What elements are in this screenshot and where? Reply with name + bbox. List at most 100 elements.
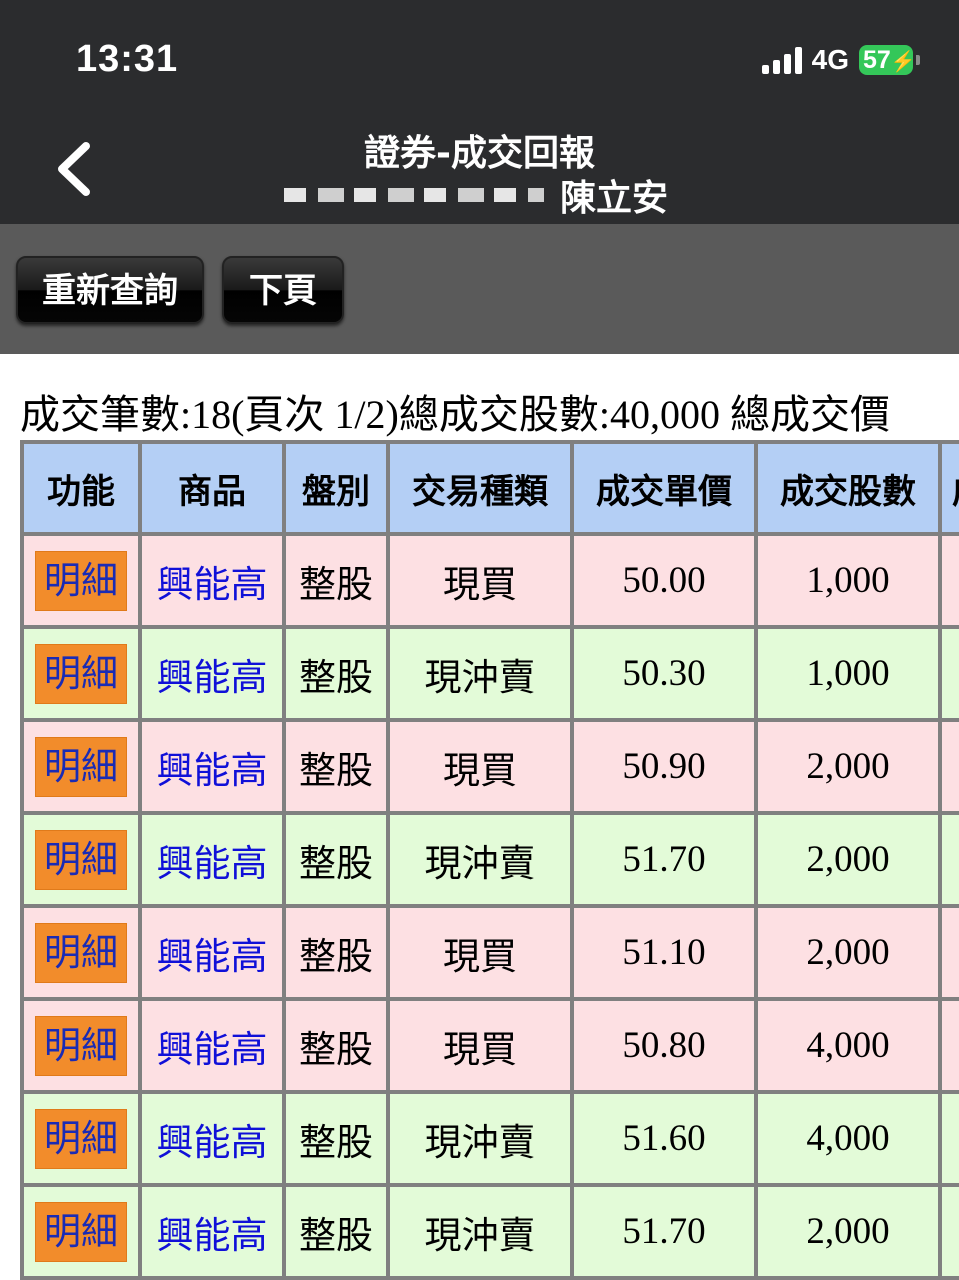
table-row: 明細 興能高 整股 現沖賣 50.30 1,000: [22, 627, 959, 720]
column-header-session: 盤別: [284, 442, 388, 534]
product-link[interactable]: 興能高: [157, 656, 268, 699]
table-row: 明細 興能高 整股 現買 50.00 1,000: [22, 534, 959, 627]
cell-shares: 1,000: [756, 534, 940, 627]
product-link[interactable]: 興能高: [157, 749, 268, 792]
cell-session: 整股: [284, 1185, 388, 1278]
battery-icon: 57⚡: [859, 45, 920, 75]
cell-function: 明細: [22, 534, 140, 627]
cell-session: 整股: [284, 720, 388, 813]
cell-truncated: [940, 1185, 959, 1278]
cell-truncated: [940, 534, 959, 627]
column-header-trade-type: 交易種類: [388, 442, 572, 534]
table-row: 明細 興能高 整股 現沖賣 51.70 2,000: [22, 1185, 959, 1278]
cell-price: 50.80: [572, 999, 756, 1092]
detail-button[interactable]: 明細: [35, 829, 127, 890]
cell-function: 明細: [22, 999, 140, 1092]
cell-price: 51.10: [572, 906, 756, 999]
cell-shares: 2,000: [756, 906, 940, 999]
table-row: 明細 興能高 整股 現買 51.10 2,000: [22, 906, 959, 999]
cell-trade-type: 現沖賣: [388, 627, 572, 720]
table-header-row: 功能 商品 盤別 交易種類 成交單價 成交股數 成: [22, 442, 959, 534]
cell-truncated: [940, 813, 959, 906]
table-row: 明細 興能高 整股 現沖賣 51.60 4,000: [22, 1092, 959, 1185]
cell-price: 50.90: [572, 720, 756, 813]
cell-price: 50.00: [572, 534, 756, 627]
cell-product: 興能高: [140, 720, 284, 813]
cell-product: 興能高: [140, 1092, 284, 1185]
action-bar: 重新查詢 下頁: [0, 224, 959, 354]
cell-function: 明細: [22, 1092, 140, 1185]
cell-truncated: [940, 999, 959, 1092]
cell-truncated: [940, 906, 959, 999]
cell-session: 整股: [284, 906, 388, 999]
cell-trade-type: 現沖賣: [388, 813, 572, 906]
cell-product: 興能高: [140, 1185, 284, 1278]
detail-button[interactable]: 明細: [35, 1201, 127, 1262]
cell-price: 51.70: [572, 813, 756, 906]
column-header-shares: 成交股數: [756, 442, 940, 534]
account-info: 陳立安: [284, 172, 669, 219]
cell-price: 50.30: [572, 627, 756, 720]
cell-product: 興能高: [140, 627, 284, 720]
cell-shares: 4,000: [756, 1092, 940, 1185]
cell-function: 明細: [22, 627, 140, 720]
cell-shares: 2,000: [756, 720, 940, 813]
cell-session: 整股: [284, 534, 388, 627]
detail-button[interactable]: 明細: [35, 1015, 127, 1076]
column-header-function: 功能: [22, 442, 140, 534]
product-link[interactable]: 興能高: [157, 1214, 268, 1257]
cell-session: 整股: [284, 813, 388, 906]
requery-button[interactable]: 重新查詢: [16, 256, 204, 324]
detail-button[interactable]: 明細: [35, 550, 127, 611]
detail-button[interactable]: 明細: [35, 1108, 127, 1169]
network-type: 4G: [811, 44, 849, 75]
battery-level: 57: [863, 46, 891, 74]
cell-truncated: [940, 720, 959, 813]
cell-product: 興能高: [140, 906, 284, 999]
trades-table: 功能 商品 盤別 交易種類 成交單價 成交股數 成 明細興能高整股現買50.00…: [20, 440, 959, 1280]
detail-button[interactable]: 明細: [35, 922, 127, 983]
cellular-signal-icon: [761, 46, 802, 74]
product-link[interactable]: 興能高: [157, 1121, 268, 1164]
cell-product: 興能高: [140, 534, 284, 627]
cell-function: 明細: [22, 813, 140, 906]
cell-shares: 4,000: [756, 999, 940, 1092]
product-link[interactable]: 興能高: [157, 563, 268, 606]
cell-function: 明細: [22, 906, 140, 999]
detail-button[interactable]: 明細: [35, 643, 127, 704]
product-link[interactable]: 興能高: [157, 935, 268, 978]
detail-button[interactable]: 明細: [35, 736, 127, 797]
cell-shares: 2,000: [756, 1185, 940, 1278]
table-row: 明細 興能高 整股 現買 50.80 4,000: [22, 999, 959, 1092]
table-row: 明細 興能高 整股 現沖賣 51.70 2,000: [22, 813, 959, 906]
cell-product: 興能高: [140, 999, 284, 1092]
cell-trade-type: 現買: [388, 534, 572, 627]
cell-product: 興能高: [140, 813, 284, 906]
table-row: 明細 興能高 整股 現買 50.90 2,000: [22, 720, 959, 813]
cell-trade-type: 現買: [388, 720, 572, 813]
cell-trade-type: 現買: [388, 999, 572, 1092]
account-name: 陳立安: [560, 178, 669, 219]
cell-trade-type: 現沖賣: [388, 1092, 572, 1185]
cell-session: 整股: [284, 1092, 388, 1185]
top-bar: 13:31 4G 57⚡ 證券-成交回報 陳立安: [0, 0, 959, 224]
product-link[interactable]: 興能高: [157, 842, 268, 885]
cell-price: 51.60: [572, 1092, 756, 1185]
cell-session: 整股: [284, 627, 388, 720]
cell-price: 51.70: [572, 1185, 756, 1278]
trades-table-container[interactable]: 功能 商品 盤別 交易種類 成交單價 成交股數 成 明細興能高整股現買50.00…: [20, 440, 959, 1280]
cell-function: 明細: [22, 1185, 140, 1278]
status-time: 13:31: [76, 38, 179, 80]
column-header-truncated: 成: [940, 442, 959, 534]
cell-shares: 1,000: [756, 627, 940, 720]
redacted-account-number: [284, 188, 544, 202]
product-link[interactable]: 興能高: [157, 1028, 268, 1071]
trade-summary: 成交筆數:18(頁次 1/2)總成交股數:40,000 總成交價: [20, 392, 890, 437]
cell-session: 整股: [284, 999, 388, 1092]
cell-truncated: [940, 627, 959, 720]
column-header-product: 商品: [140, 442, 284, 534]
table-body: 明細 興能高 整股 現買 50.00 1,000 明細 興能高 整股 現沖賣 50.30 1,000 明…: [22, 534, 959, 1278]
next-page-button[interactable]: 下頁: [222, 256, 344, 324]
cell-shares: 2,000: [756, 813, 940, 906]
status-indicators: 4G 57⚡: [761, 44, 920, 76]
